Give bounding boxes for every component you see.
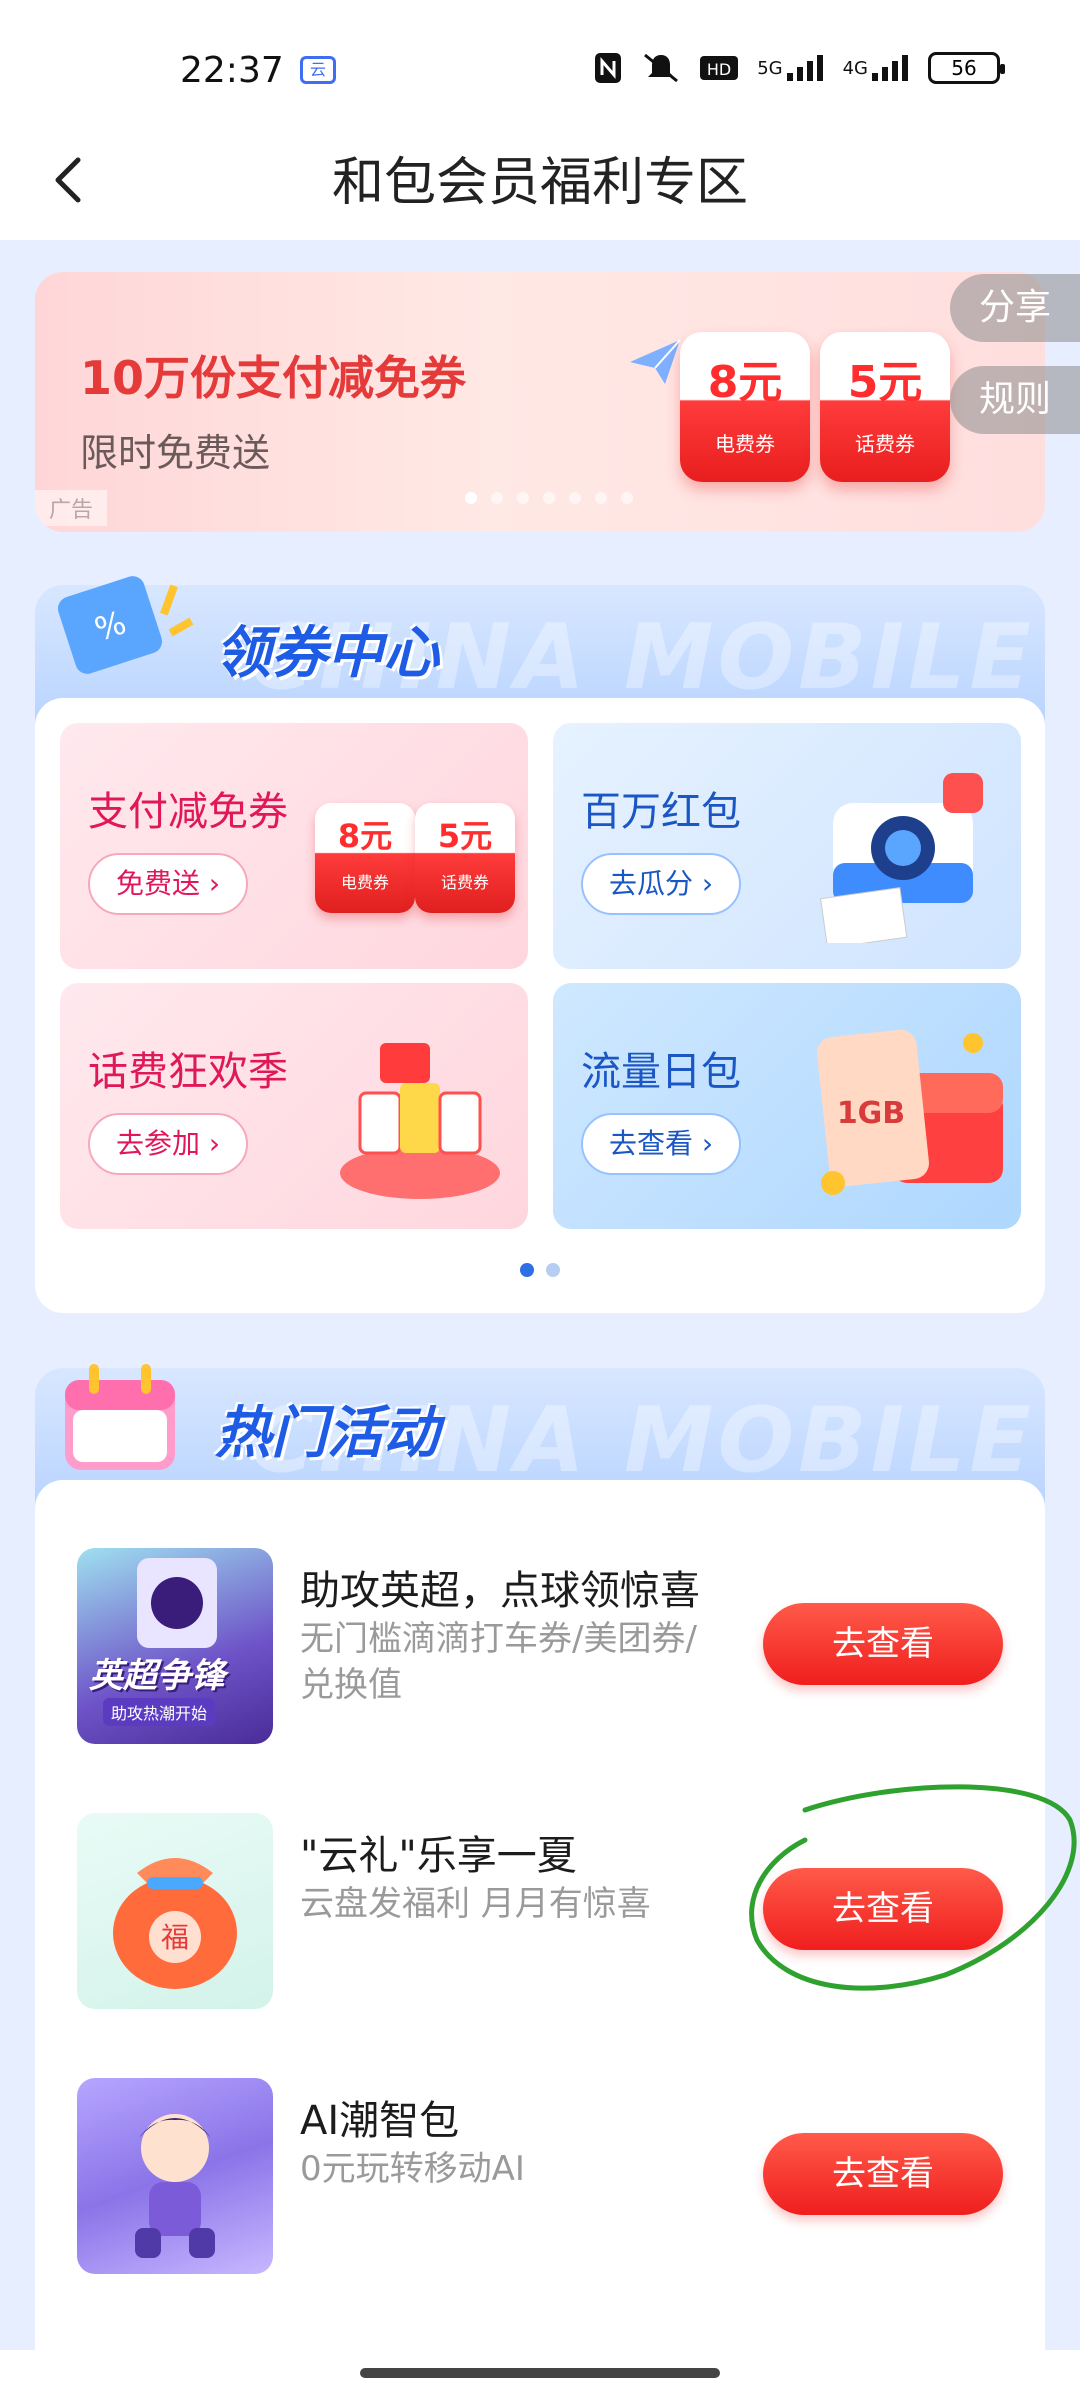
share-out-button[interactable]: 去瓜分 ›	[581, 853, 742, 915]
coupon-value: 8元	[337, 817, 393, 855]
electricity-coupon: 8元 电费券	[315, 803, 415, 913]
pagination-dot	[569, 492, 581, 504]
join-button[interactable]: 去参加 ›	[88, 1113, 249, 1175]
camera-icon	[820, 773, 983, 943]
hot-activities-title: 热门活动	[215, 1401, 439, 1466]
pagination-dot	[491, 492, 503, 504]
coupon-value: 8元	[707, 357, 783, 408]
coupon-value: 5元	[847, 357, 923, 408]
thumbnail-subtext: 助攻热潮开始	[103, 1698, 216, 1726]
banner-title: 10万份支付减免券	[80, 351, 467, 405]
mute-icon	[641, 50, 681, 86]
ai-character-icon	[135, 2114, 215, 2258]
activity-description: 无门槛滴滴打车券/美团券/兑换值	[300, 1619, 697, 1705]
view-button[interactable]: 去查看 ›	[581, 1113, 742, 1175]
banner-subtitle: 限时免费送	[80, 431, 271, 475]
free-send-button[interactable]: 免费送 ›	[88, 853, 249, 915]
activity-item[interactable]: 英超争锋 助攻热潮开始 助攻英超，点球领惊喜 无门槛滴滴打车券/美团券/兑换值 …	[35, 1548, 1045, 1768]
phone-bill-coupon: 5元 话费券	[820, 332, 950, 482]
card-title: 支付减免券	[88, 789, 288, 835]
annotation-circle	[749, 1784, 1077, 1991]
coupon-label: 电费券	[715, 432, 775, 456]
network-4g-label: 4G	[842, 57, 868, 79]
rules-button[interactable]: 规则	[950, 366, 1080, 434]
nfc-icon	[593, 50, 623, 86]
phone-bill-coupon: 5元 话费券	[415, 803, 515, 913]
card-title: 流量日包	[581, 1049, 741, 1095]
fortune-character: 福	[161, 1921, 189, 1954]
activity-title: "云礼"乐享一夏	[300, 1833, 577, 1879]
gift-box-icon	[340, 1043, 500, 1199]
activity-title: 助攻英超，点球领惊喜	[300, 1568, 700, 1614]
page-title: 和包会员福利专区	[331, 153, 748, 213]
lucky-bag-icon: 福	[113, 1858, 237, 1989]
phone-bill-carnival-card[interactable]: 话费狂欢季 去参加 ›	[60, 983, 528, 1229]
payment-discount-card[interactable]: 支付减免券 免费送 › 8元 电费券 5元 话费券	[60, 723, 528, 969]
coupon-label: 电费券	[340, 873, 389, 892]
coupon-center-body: 支付减免券 免费送 › 8元 电费券 5元 话费券 百万红包 去瓜分 › 话费狂…	[35, 698, 1045, 1313]
activity-title: AI潮智包	[300, 2098, 460, 2144]
card-title: 话费狂欢季	[88, 1049, 288, 1095]
paper-plane-icon	[630, 339, 681, 384]
status-icons: HD 5G 4G 56	[593, 50, 1005, 86]
data-daily-pack-card[interactable]: 流量日包 去查看 › 1GB	[553, 983, 1021, 1229]
banner-pagination	[465, 492, 633, 504]
battery-indicator: 56	[928, 52, 1005, 84]
thumbnail-text: 英超争锋	[89, 1656, 225, 1696]
coupon-center-pagination	[35, 1263, 1045, 1277]
coupon-center-title: 领券中心	[215, 621, 439, 686]
ad-tag: 广告	[35, 490, 108, 526]
pagination-dot	[520, 1263, 534, 1277]
hd-icon: HD	[699, 50, 739, 86]
calendar-icon	[65, 1364, 175, 1470]
home-indicator[interactable]	[360, 2368, 720, 2378]
pagination-dot	[595, 492, 607, 504]
coupon-label: 话费券	[855, 432, 915, 456]
activity-thumbnail: 英超争锋 助攻热潮开始	[77, 1548, 273, 1744]
coupon-label: 话费券	[440, 873, 489, 892]
activity-thumbnail: 福	[77, 1813, 273, 2009]
svg-text:HD: HD	[707, 60, 731, 79]
signal-5g-icon: 5G	[757, 50, 824, 86]
pagination-dot	[465, 492, 477, 504]
cloud-app-icon: 云	[300, 56, 336, 84]
pagination-dot	[543, 492, 555, 504]
pagination-dot	[621, 492, 633, 504]
electricity-coupon: 8元 电费券	[680, 332, 810, 482]
data-badge: 1GB	[837, 1096, 905, 1131]
activity-thumbnail	[77, 2078, 273, 2274]
view-activity-button[interactable]: 去查看	[763, 2133, 1003, 2215]
signal-4g-icon: 4G	[843, 50, 910, 86]
promo-banner[interactable]: 10万份支付减免券 限时免费送 广告 8元 电费券 5元 话费券	[35, 272, 1045, 532]
card-title: 百万红包	[581, 789, 741, 835]
pagination-dot	[517, 492, 529, 504]
share-button[interactable]: 分享	[950, 274, 1080, 342]
activity-description: 0元玩转移动AI	[300, 2149, 525, 2189]
treasure-chest-icon: 1GB	[817, 1029, 1003, 1195]
view-activity-button[interactable]: 去查看	[763, 1603, 1003, 1685]
coupon-value: 5元	[437, 817, 493, 855]
activity-description: 云盘发福利 月月有惊喜	[300, 1884, 651, 1924]
status-time: 22:37	[180, 50, 284, 91]
pagination-dot	[546, 1263, 560, 1277]
activity-item[interactable]: AI潮智包 0元玩转移动AI 去查看	[35, 2078, 1045, 2298]
title-bar: 和包会员福利专区	[0, 110, 1080, 240]
network-5g-label: 5G	[757, 57, 783, 79]
ticket-icon: %	[57, 576, 194, 674]
million-red-packet-card[interactable]: 百万红包 去瓜分 ›	[553, 723, 1021, 969]
